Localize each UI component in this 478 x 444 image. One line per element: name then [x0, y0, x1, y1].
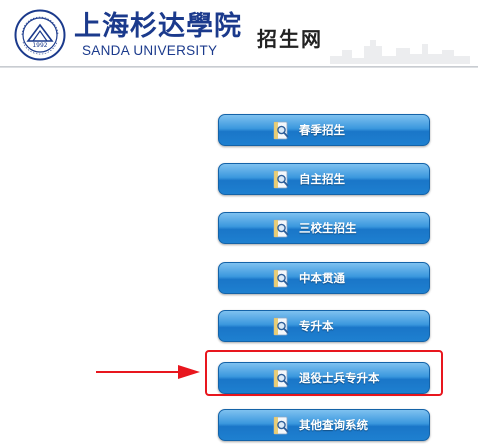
menu-button-4[interactable]: 中本贯通	[218, 262, 430, 294]
site-header: 1992 上海杉达學院 SANDA UNIVERSITY 招生网	[0, 0, 478, 68]
menu-button-label: 专升本	[299, 319, 334, 333]
menu-button-label: 其他查询系统	[299, 418, 368, 432]
menu-button-label: 春季招生	[299, 123, 345, 137]
site-title: 招生网	[257, 27, 323, 51]
menu-button-2[interactable]: 自主招生	[218, 163, 430, 195]
annotation-arrow-icon	[96, 365, 200, 379]
university-seal-icon: 1992	[14, 9, 66, 61]
magnifier-document-icon	[273, 121, 289, 140]
menu-button-label: 自主招生	[299, 172, 345, 186]
magnifier-document-icon	[273, 219, 289, 238]
menu-button-5[interactable]: 专升本	[218, 310, 430, 342]
header-divider	[0, 66, 478, 68]
magnifier-document-icon	[273, 269, 289, 288]
magnifier-document-icon	[273, 317, 289, 336]
annotation-highlight-box	[205, 350, 443, 396]
menu-button-7[interactable]: 其他查询系统	[218, 409, 430, 441]
menu-button-label: 三校生招生	[299, 221, 357, 235]
magnifier-document-icon	[273, 170, 289, 189]
menu-button-label: 中本贯通	[299, 271, 345, 285]
campus-skyline-icon	[330, 40, 470, 64]
university-name-en: SANDA UNIVERSITY	[82, 43, 218, 58]
seal-year: 1992	[32, 42, 47, 49]
menu-button-3[interactable]: 三校生招生	[218, 212, 430, 244]
menu-button-1[interactable]: 春季招生	[218, 114, 430, 146]
magnifier-document-icon	[273, 416, 289, 435]
university-name-cn: 上海杉达學院	[74, 11, 242, 42]
